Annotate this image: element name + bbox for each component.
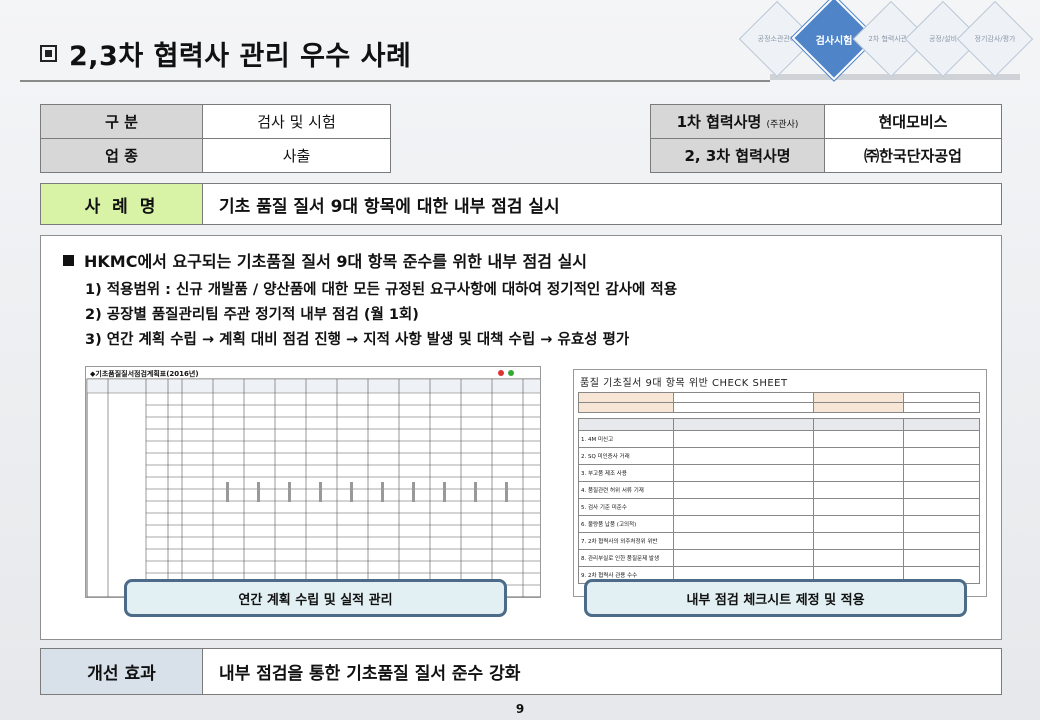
sub-supplier-label: 2, 3차 협력사명 [650, 138, 825, 173]
check-sheet-table: 1. 4M 미신고 2. SQ 미인증사 거래 3. 부고품 제조 사용 4. … [578, 392, 980, 584]
caption-check-sheet: 내부 점검 체크시트 제정 및 적용 [584, 579, 967, 617]
page-number: 9 [515, 702, 525, 716]
sub-supplier-value: ㈜한국단자공업 [824, 138, 1002, 173]
case-name-value: 기초 품질 질서 9대 항목에 대한 내부 점검 실시 [219, 196, 560, 217]
check-sheet-image: 품질 기초질서 9대 항목 위반 CHECK SHEET 1. 4M 미신고 2… [573, 369, 987, 597]
info-table-left: 구 분 검사 및 시험 업 종 사출 [40, 104, 391, 173]
annual-plan-spreadsheet-image: ◆기초품질질서점검계획표(2016년) [85, 366, 541, 598]
check-row-1: 1. 4M 미신고 [578, 430, 674, 448]
primary-supplier-label-text: 1차 협력사명 [676, 113, 762, 131]
check-row-2: 2. SQ 미인증사 거래 [578, 447, 674, 465]
division-value: 검사 및 시험 [202, 104, 391, 139]
page-title-group: 2,3차 협력사 관리 우수 사례 [40, 34, 411, 73]
check-row-4: 4. 품질관련 허위 서류 기재 [578, 481, 674, 499]
main-bullet: HKMC에서 요구되는 기초품질 질서 9대 항목 준수를 위한 내부 점검 실… [63, 248, 587, 272]
check-row-6: 6. 불량품 납품 (고의적) [578, 515, 674, 533]
title-square-icon [40, 45, 57, 62]
case-name-label: 사 례 명 [41, 184, 203, 224]
square-bullet-icon [63, 254, 74, 266]
caption-annual-plan: 연간 계획 수립 및 실적 관리 [124, 579, 507, 617]
check-row-5: 5. 검사 기준 미준수 [578, 498, 674, 516]
page-title: 2,3차 협력사 관리 우수 사례 [69, 41, 412, 72]
main-bullet-text: HKMC에서 요구되는 기초품질 질서 9대 항목 준수를 위한 내부 점검 실… [84, 252, 588, 271]
primary-supplier-value: 현대모비스 [824, 104, 1002, 139]
division-label: 구 분 [40, 104, 203, 139]
check-sheet-title: 품질 기초질서 9대 항목 위반 CHECK SHEET [580, 378, 788, 389]
main-content-box: HKMC에서 요구되는 기초품질 질서 9대 항목 준수를 위한 내부 점검 실… [40, 235, 1002, 640]
improvement-effect-label: 개선 효과 [41, 649, 203, 694]
nav-label-5: 정기감사/평가 [974, 35, 1016, 43]
check-row-7: 7. 2차 협력사의 외주처정위 위반 [578, 532, 674, 550]
process-nav: 공정소관관리 검사시험 2차 협력사관리 공정/설비 정기감사/평가 [738, 0, 1034, 81]
main-item-1: 1) 적용범위 : 신규 개발품 / 양산품에 대한 모든 규정된 요구사항에 … [85, 282, 678, 298]
check-row-8: 8. 관리부실로 인한 품질문제 발생 [578, 549, 674, 567]
check-row-3: 3. 부고품 제조 사용 [578, 464, 674, 482]
main-item-2: 2) 공장별 품질관리팀 주관 정기적 내부 점검 (월 1회) [85, 307, 419, 323]
case-name-row: 사 례 명 기초 품질 질서 9대 항목에 대한 내부 점검 실시 [40, 183, 1002, 225]
info-table-right: 1차 협력사명 (주관사) 현대모비스 2, 3차 협력사명 ㈜한국단자공업 [650, 104, 1002, 173]
main-item-3: 3) 연간 계획 수립 → 계획 대비 점검 진행 → 지적 사항 발생 및 대… [85, 332, 630, 348]
improvement-effect-row: 개선 효과 내부 점검을 통한 기초품질 질서 준수 강화 [40, 648, 1002, 695]
industry-value: 사출 [202, 138, 391, 173]
title-divider [20, 80, 770, 82]
spreadsheet-grid [86, 370, 540, 597]
industry-label: 업 종 [40, 138, 203, 173]
primary-supplier-label: 1차 협력사명 (주관사) [650, 104, 825, 139]
primary-supplier-label-note: (주관사) [766, 120, 799, 130]
improvement-effect-value: 내부 점검을 통한 기초품질 질서 준수 강화 [219, 664, 521, 684]
